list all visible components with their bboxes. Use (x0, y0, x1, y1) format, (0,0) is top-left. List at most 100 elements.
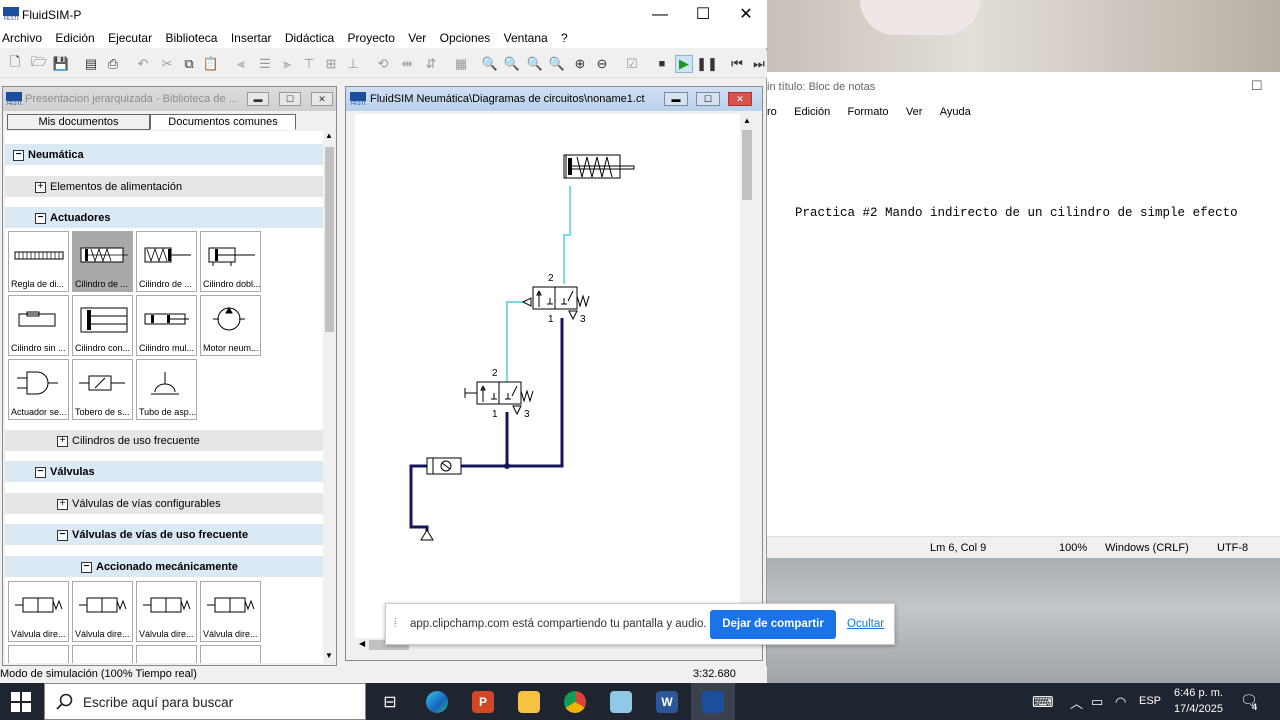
task-view-icon[interactable]: ⊟ (368, 683, 412, 720)
tab-mis-documentos[interactable]: Mis documentos (7, 114, 150, 130)
play-icon[interactable]: ▶ (675, 55, 693, 73)
menu-opciones[interactable]: Opciones (438, 30, 491, 47)
word-icon[interactable]: W (645, 683, 689, 720)
library-maximize-button[interactable]: ☐ (279, 92, 301, 106)
tile-valvula-4[interactable]: Válvula dire... (200, 581, 261, 642)
zoom-window-icon[interactable]: 🔍 (503, 55, 521, 73)
align-middle-icon[interactable]: ⊞ (322, 55, 340, 73)
check-icon[interactable]: ☑ (623, 55, 641, 73)
service-unit[interactable] (426, 457, 462, 475)
open-folder-icon[interactable]: 🗁 (30, 54, 48, 73)
drag-handle-icon[interactable]: ⦙ (394, 616, 397, 631)
tree-node-frecuente[interactable]: − Válvulas de vías de uso frecuente (5, 523, 323, 545)
tile-actuador[interactable]: Actuador se... (8, 359, 69, 420)
tile-cilindro-simple-2[interactable]: Cilindro de ... (136, 231, 197, 292)
align-left-icon[interactable]: ⫷ (232, 55, 250, 73)
circuit-close-button[interactable]: ✕ (728, 92, 752, 106)
clock-time[interactable]: 6:46 p. m. (1174, 687, 1223, 699)
menu-edicion[interactable]: Edición (53, 30, 94, 47)
library-scrollbar[interactable]: ▲ ▼ (323, 131, 336, 663)
paste-icon[interactable]: 📋 (202, 55, 220, 73)
expand-icon[interactable]: + (57, 498, 68, 510)
collapse-icon[interactable]: − (35, 212, 46, 224)
scroll-left-icon[interactable]: ◀ (359, 639, 365, 648)
hide-link[interactable]: Ocultar (847, 618, 884, 630)
clock-date[interactable]: 17/4/2025 (1174, 703, 1223, 715)
tile-cilindro-mul[interactable]: Cilindro mul... (136, 295, 197, 356)
tree-node-alimentacion[interactable]: + Elementos de alimentación (5, 175, 323, 197)
tab-documentos-comunes[interactable]: Documentos comunes (150, 114, 296, 130)
powerpoint-icon[interactable]: P (461, 683, 505, 720)
notepad-text[interactable]: Practica #2 Mando indirecto de un cilind… (795, 206, 1238, 220)
single-acting-cylinder[interactable] (563, 154, 635, 179)
circuit-vscrollbar[interactable]: ▲ (740, 114, 754, 638)
tray-chevron-icon[interactable]: ︿ (1070, 693, 1083, 712)
print-preview-icon[interactable]: ▤ (82, 55, 100, 73)
mirror-h-icon[interactable]: ⇹ (398, 55, 416, 73)
tile-next[interactable] (72, 645, 133, 663)
stop-sharing-button[interactable]: Dejar de compartir (710, 610, 836, 639)
copy-icon[interactable]: ⧉ (180, 55, 198, 73)
tile-tubo[interactable]: Tubo de asp... (136, 359, 197, 420)
minimize-button[interactable]: — (638, 0, 682, 30)
chrome-icon[interactable] (553, 683, 597, 720)
tile-cilindro-sin[interactable]: Cilindro sin ... (8, 295, 69, 356)
zoom-page-icon[interactable]: 🔍 (548, 55, 566, 73)
expand-icon[interactable]: + (35, 181, 46, 193)
tile-valvula-3[interactable]: Válvula dire... (136, 581, 197, 642)
scroll-up-icon[interactable]: ▲ (743, 116, 751, 125)
notepad-app-icon[interactable] (599, 683, 643, 720)
tile-next[interactable] (200, 645, 261, 663)
maximize-button[interactable]: ☐ (681, 0, 725, 30)
align-top-icon[interactable]: ⊤ (300, 55, 318, 73)
wifi-icon[interactable]: ◠ (1115, 694, 1126, 710)
tile-valvula-1[interactable]: Válvula dire... (8, 581, 69, 642)
print-icon[interactable]: ⎙ (104, 55, 122, 73)
rotate-icon[interactable]: ⟲ (374, 55, 392, 73)
manual-valve-3-2[interactable] (464, 381, 534, 416)
tile-next[interactable] (136, 645, 197, 663)
zoom-in-icon[interactable]: ⊕ (571, 55, 589, 73)
notepad-menu-view[interactable]: Ver (906, 106, 923, 118)
tile-cilindro-doble[interactable]: Cilindro dobl... (200, 231, 261, 292)
tile-cilindro-con[interactable]: Cilindro con... (72, 295, 133, 356)
undo-icon[interactable]: ↶ (134, 55, 152, 73)
notepad-maximize-icon[interactable]: ☐ (1251, 78, 1263, 94)
edge-icon[interactable] (415, 683, 459, 720)
step-icon[interactable]: ⏭ (750, 55, 768, 73)
align-bottom-icon[interactable]: ⊥ (344, 55, 362, 73)
align-center-icon[interactable]: ☰ (256, 55, 274, 73)
notepad-menu-help[interactable]: Ayuda (940, 106, 971, 118)
save-icon[interactable]: 💾 (52, 55, 70, 73)
pause-icon[interactable]: ❚❚ (696, 55, 718, 73)
tile-regla[interactable]: Regla de di... (8, 231, 69, 292)
menu-insertar[interactable]: Insertar (229, 30, 272, 47)
library-minimize-button[interactable]: ▬ (247, 92, 269, 106)
keyboard-icon[interactable]: ⌨ (1032, 693, 1054, 711)
menu-ejecutar[interactable]: Ejecutar (106, 30, 152, 47)
tile-motor[interactable]: Motor neum... (200, 295, 261, 356)
new-file-icon[interactable]: 🗋 (6, 54, 24, 73)
scroll-thumb[interactable] (325, 147, 334, 332)
menu-ventana[interactable]: Ventana (502, 30, 548, 47)
tree-node-actuadores[interactable]: − Actuadores (5, 206, 323, 228)
battery-icon[interactable]: ▭ (1091, 694, 1103, 710)
file-explorer-icon[interactable] (507, 683, 551, 720)
taskbar-search-box[interactable]: Escribe aquí para buscar (44, 683, 366, 720)
menu-ver[interactable]: Ver (406, 30, 426, 47)
tree-node-mecanicamente[interactable]: − Accionado mecánicamente (5, 555, 323, 577)
library-close-button[interactable]: ✕ (311, 92, 333, 106)
circuit-minimize-button[interactable]: ▬ (664, 92, 688, 106)
tile-cilindro-simple[interactable]: Cilindro de ... (72, 231, 133, 292)
align-right-icon[interactable]: ⫸ (278, 55, 296, 73)
tree-node-valvulas[interactable]: − Válvulas (5, 460, 323, 482)
zoom-out-icon[interactable]: ⊖ (593, 55, 611, 73)
tile-tobera[interactable]: Tobero de s... (72, 359, 133, 420)
grid-icon[interactable]: ▦ (452, 55, 470, 73)
collapse-icon[interactable]: − (35, 466, 46, 478)
stop-icon[interactable]: ■ (653, 55, 671, 73)
scroll-down-icon[interactable]: ▼ (325, 651, 333, 660)
scroll-thumb[interactable] (742, 130, 752, 200)
reset-icon[interactable]: ⏮ (728, 55, 746, 73)
menu-didactica[interactable]: Didáctica (283, 30, 334, 47)
